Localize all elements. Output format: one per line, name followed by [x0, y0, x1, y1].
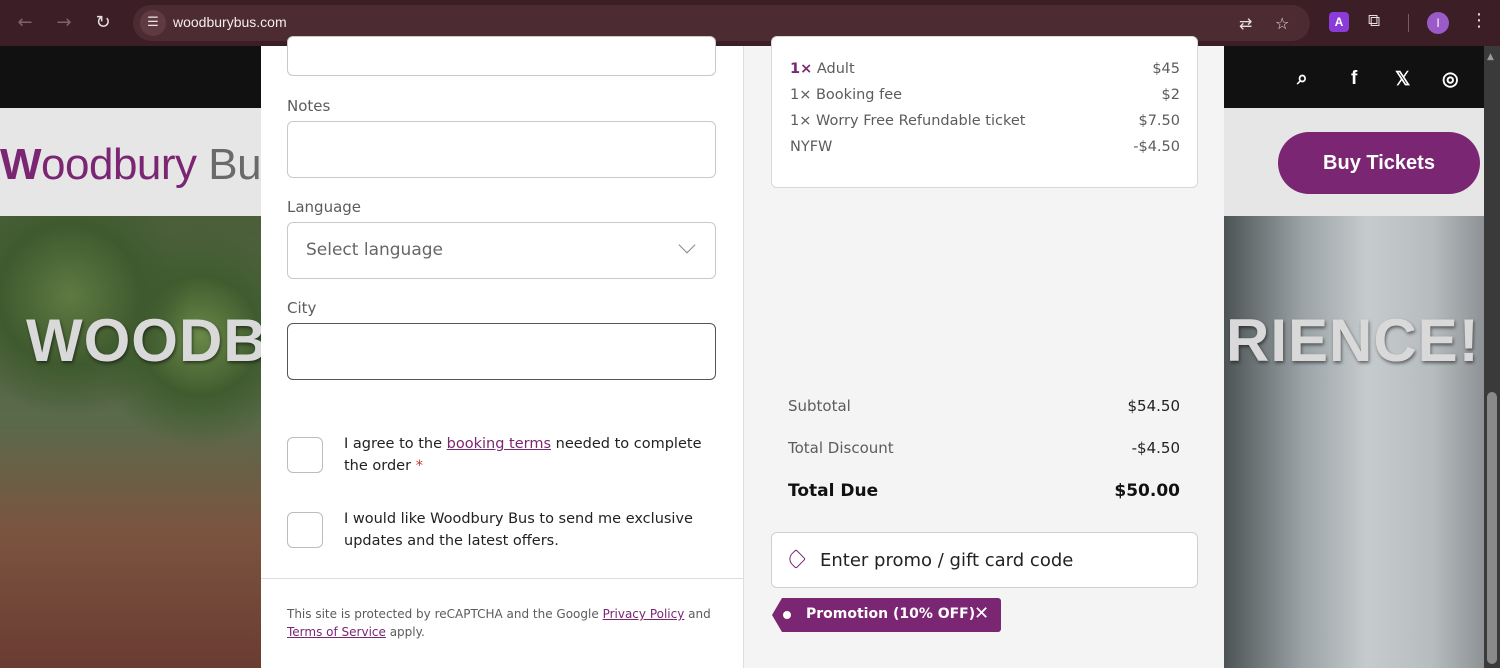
- notes-input[interactable]: [287, 121, 716, 178]
- language-select[interactable]: Select language: [287, 222, 716, 279]
- customer-details-form: Notes Language Select language City I ag…: [261, 36, 743, 668]
- privacy-policy-link[interactable]: Privacy Policy: [603, 607, 685, 621]
- terms-agreement-text: I agree to the booking terms needed to c…: [344, 436, 702, 474]
- form-divider: [261, 578, 743, 579]
- extension-icon[interactable]: A: [1329, 12, 1349, 32]
- terms-of-service-link[interactable]: Terms of Service: [287, 625, 386, 639]
- toolbar-separator: [1408, 14, 1409, 32]
- browser-toolbar: ← → ↻ ☰ woodburybus.com ⇄ ☆ A ⧉ I ⋮: [0, 0, 1500, 46]
- tag-hole-icon: [783, 611, 791, 619]
- x-twitter-icon[interactable]: 𝕏: [1395, 68, 1410, 91]
- total-due-row: Total Due $50.00: [788, 481, 1180, 501]
- tag-icon: [786, 549, 806, 569]
- applied-promotion-label: Promotion (10% OFF): [806, 606, 976, 622]
- subtotal-row: Subtotal $54.50: [788, 397, 1180, 415]
- notes-label: Notes: [287, 97, 331, 115]
- hero-image-left: [0, 216, 262, 668]
- search-icon[interactable]: ⌕: [1297, 68, 1308, 90]
- buy-tickets-button[interactable]: Buy Tickets: [1278, 132, 1480, 194]
- reload-icon[interactable]: ↻: [91, 11, 115, 35]
- total-discount-row: Total Discount -$4.50: [788, 439, 1180, 457]
- terms-checkbox[interactable]: [287, 437, 323, 473]
- line-item: NYFW -$4.50: [790, 139, 1180, 155]
- previous-field-input[interactable]: [287, 36, 716, 76]
- profile-avatar[interactable]: I: [1427, 12, 1449, 34]
- hero-heading-right: RIENCE!: [1226, 307, 1480, 374]
- line-item: 1× Booking fee $2: [790, 87, 1180, 103]
- recaptcha-notice: This site is protected by reCAPTCHA and …: [287, 607, 711, 639]
- checkout-modal: Notes Language Select language City I ag…: [261, 36, 1224, 668]
- marketing-opt-in-text: I would like Woodbury Bus to send me exc…: [344, 511, 693, 549]
- city-input[interactable]: [287, 323, 716, 380]
- scroll-up-icon[interactable]: ▲: [1487, 52, 1494, 62]
- translate-icon[interactable]: ⇄: [1239, 14, 1252, 33]
- language-label: Language: [287, 198, 362, 216]
- promo-code-input[interactable]: Enter promo / gift card code: [771, 532, 1198, 588]
- line-item: 1× Worry Free Refundable ticket $7.50: [790, 113, 1180, 129]
- site-logo[interactable]: Woodbury Bu: [0, 140, 262, 190]
- bookmark-star-icon[interactable]: ☆: [1275, 14, 1289, 33]
- extensions-puzzle-icon[interactable]: ⧉: [1368, 11, 1380, 31]
- required-asterisk: *: [415, 458, 423, 474]
- promo-code-placeholder: Enter promo / gift card code: [820, 550, 1074, 571]
- hero-image-right: [1224, 216, 1484, 668]
- order-line-items: 1× Adult $45 1× Booking fee $2 1× Worry …: [771, 36, 1198, 188]
- url-text[interactable]: woodburybus.com: [173, 14, 287, 30]
- site-settings-icon[interactable]: ☰: [140, 10, 166, 36]
- remove-promotion-close-icon[interactable]: ✕: [974, 603, 989, 624]
- order-summary: 1× Adult $45 1× Booking fee $2 1× Worry …: [743, 36, 1224, 668]
- applied-promotion-badge: Promotion (10% OFF) ✕: [772, 598, 1001, 632]
- back-arrow-icon[interactable]: ←: [13, 11, 37, 35]
- browser-menu-icon[interactable]: ⋮: [1470, 10, 1488, 31]
- city-label: City: [287, 299, 317, 317]
- language-select-value: Select language: [306, 240, 443, 260]
- line-item: 1× Adult $45: [790, 61, 1180, 77]
- hero-heading-left: WOODB: [26, 307, 268, 374]
- scrollbar-thumb[interactable]: [1487, 392, 1497, 664]
- instagram-icon[interactable]: ◎: [1442, 68, 1459, 91]
- forward-arrow-icon[interactable]: →: [52, 11, 76, 35]
- booking-terms-link[interactable]: booking terms: [447, 436, 551, 452]
- chevron-down-icon: [678, 236, 696, 254]
- facebook-icon[interactable]: f: [1351, 68, 1357, 90]
- marketing-opt-in-checkbox[interactable]: [287, 512, 323, 548]
